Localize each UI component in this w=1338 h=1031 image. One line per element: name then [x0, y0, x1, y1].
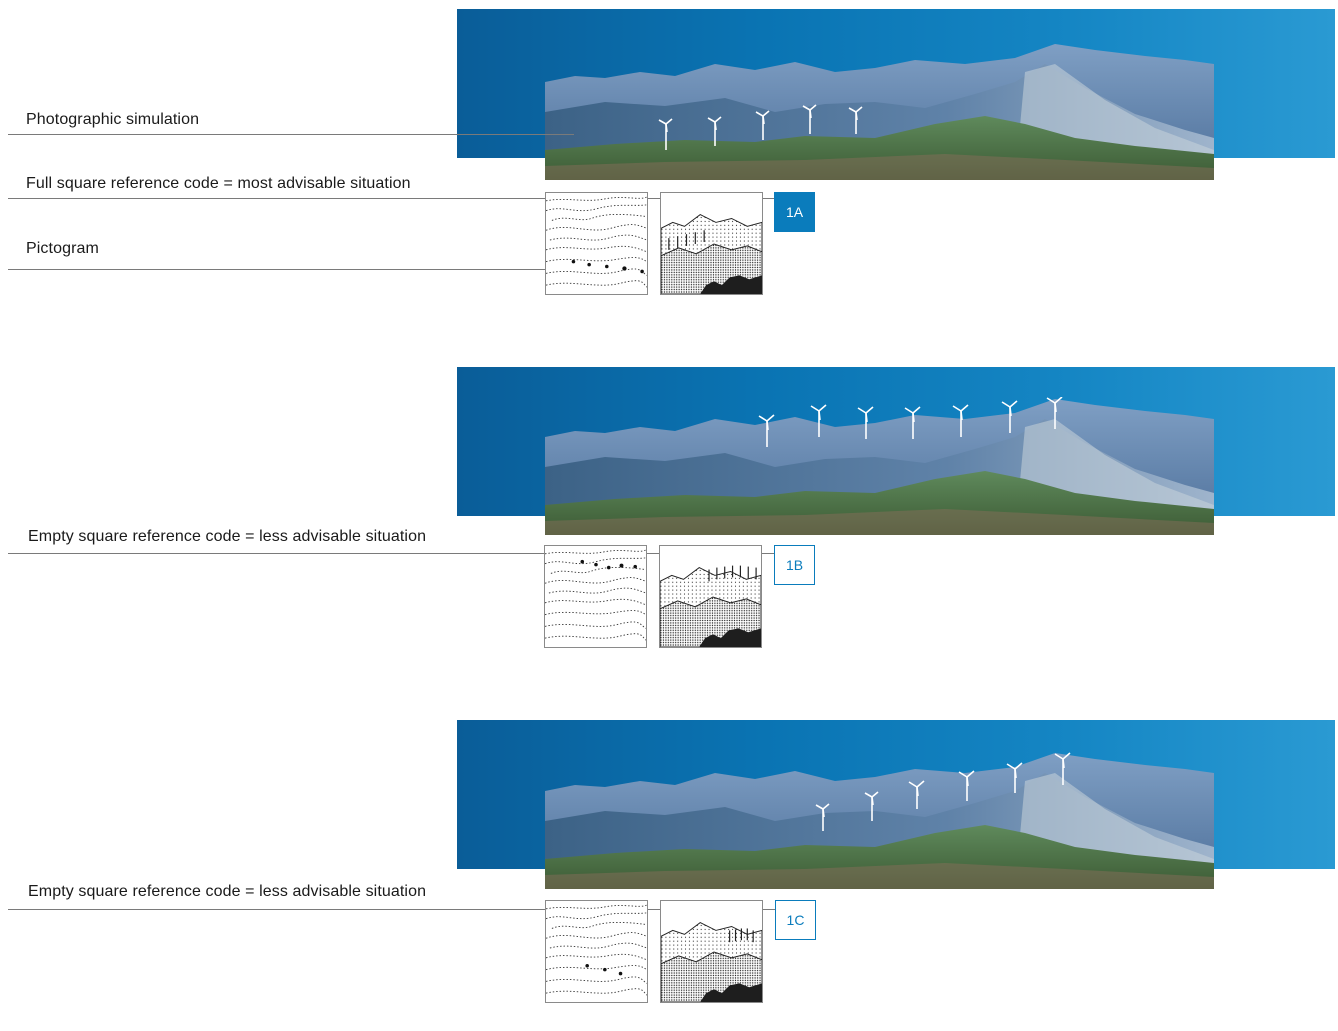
panel-1b: Empty square reference code = less advis…: [0, 358, 1338, 678]
photographic-simulation: [545, 751, 1214, 889]
landscape-photo-1a: [545, 44, 1214, 180]
label-pictogram: Pictogram: [26, 240, 99, 257]
contour-pictogram-1a: [545, 192, 648, 295]
reference-code-1c: 1C: [775, 900, 816, 940]
reference-code-1b: 1B: [774, 545, 815, 585]
landscape-photo-1c: [545, 752, 1214, 889]
panel-1c: Empty square reference code = less advis…: [0, 711, 1338, 1031]
panel-1a: Photographic simulation Full square refe…: [0, 0, 1338, 320]
profile-pictogram-1b: [659, 545, 762, 648]
label-empty-square-code: Empty square reference code = less advis…: [28, 883, 427, 900]
turbine-dots: [580, 559, 637, 570]
photographic-simulation: [545, 42, 1214, 180]
leader-line-pictogram: [8, 269, 556, 270]
profile-pictogram-1a: [660, 192, 763, 295]
label-full-square-code: Full square reference code = most advisa…: [26, 175, 411, 192]
landscape-photo-1b: [545, 397, 1214, 535]
contour-pictogram-1b: [544, 545, 647, 648]
photographic-simulation: [545, 397, 1214, 535]
leader-line-photo: [8, 134, 574, 135]
turbine-dots: [571, 259, 644, 274]
label-empty-square-code: Empty square reference code = less advis…: [28, 528, 427, 545]
contour-pictogram-1c: [545, 900, 648, 1003]
reference-code-1a: 1A: [774, 192, 815, 232]
turbine-dots: [585, 963, 623, 976]
profile-pictogram-1c: [660, 900, 763, 1003]
label-photographic-simulation: Photographic simulation: [26, 111, 200, 128]
